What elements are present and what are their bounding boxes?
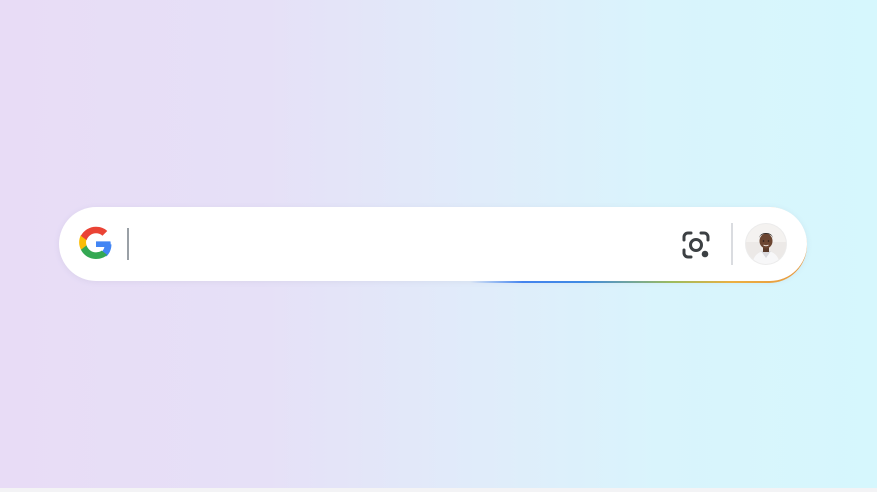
text-caret [127, 228, 129, 260]
avatar-portrait-icon [746, 224, 786, 264]
search-box-container [59, 207, 807, 283]
camera-lens-icon[interactable] [678, 227, 714, 263]
toolbar-divider [731, 223, 733, 265]
search-bar[interactable] [59, 207, 807, 281]
google-g-icon [79, 226, 112, 259]
user-avatar[interactable] [746, 224, 786, 264]
bottom-strip [0, 488, 877, 492]
search-input[interactable] [135, 227, 719, 263]
